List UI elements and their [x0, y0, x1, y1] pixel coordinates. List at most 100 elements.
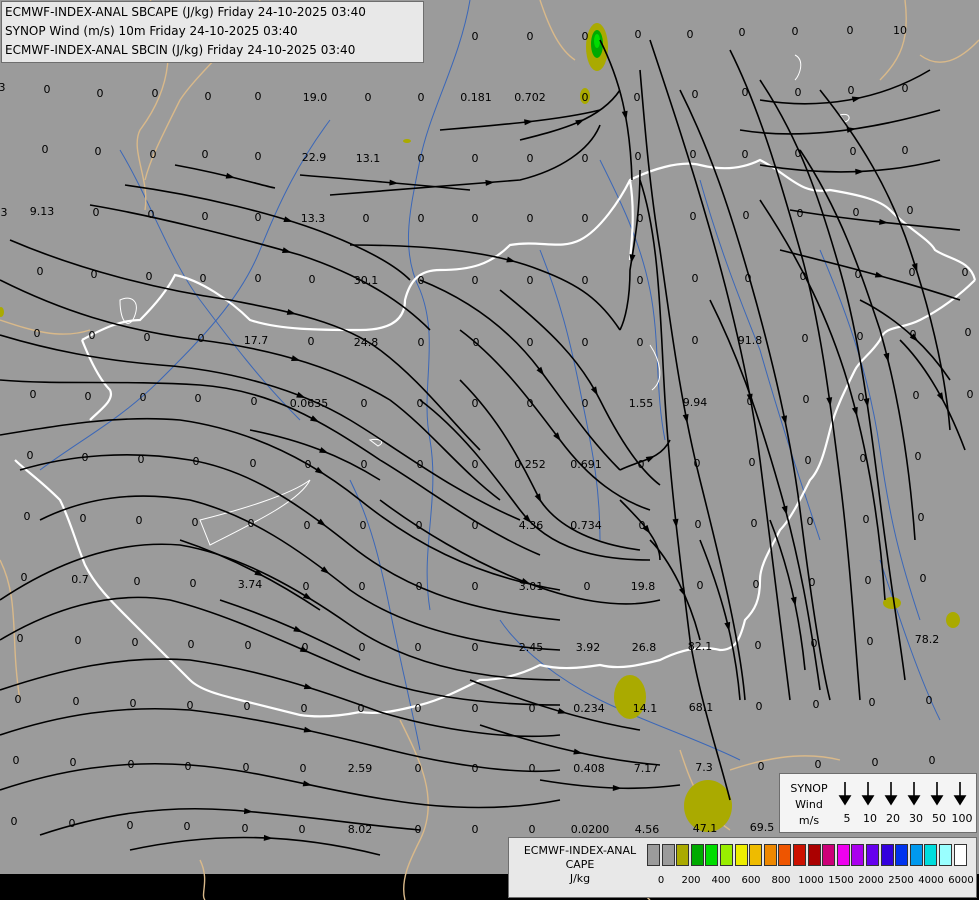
- map-value-label: 0.702: [514, 91, 546, 104]
- map-value-label: 0: [848, 84, 855, 97]
- map-value-label: 0: [202, 210, 209, 223]
- map-value-label: 0: [309, 273, 316, 286]
- cape-legend-title: ECMWF-INDEX-ANAL CAPE J/kg: [511, 844, 649, 886]
- map-value-label: 0: [582, 152, 589, 165]
- map-value-label: 0: [695, 518, 702, 531]
- cape-color-swatch: [924, 844, 938, 866]
- cape-tick-label: 1000: [798, 875, 824, 886]
- map-value-label: 0: [529, 762, 536, 775]
- map-value-label: 0: [415, 702, 422, 715]
- map-value-label: 0: [637, 336, 644, 349]
- map-value-label: 0: [853, 206, 860, 219]
- map-value-label: 30.1: [354, 274, 379, 287]
- map-value-label: 0: [753, 578, 760, 591]
- map-value-label: 0: [529, 702, 536, 715]
- map-value-label: 3.92: [576, 641, 601, 654]
- map-value-label: 0: [193, 455, 200, 468]
- map-value-label: 0: [91, 268, 98, 281]
- map-value-label: 0: [869, 696, 876, 709]
- map-value-label: 3.01: [519, 580, 544, 593]
- map-value-label: 0: [69, 817, 76, 830]
- cape-legend-variable: CAPE: [565, 858, 595, 871]
- map-value-label: 0: [965, 326, 972, 339]
- map-value-label: 0: [305, 458, 312, 471]
- header-line-wind: SYNOP Wind (m/s) 10m Friday 24-10-2025 0…: [5, 24, 298, 38]
- map-value-label: 0: [584, 580, 591, 593]
- map-value-label: 0: [255, 272, 262, 285]
- map-value-label: 0: [303, 580, 310, 593]
- map-value-label: 0: [638, 458, 645, 471]
- map-value-label: 0: [910, 328, 917, 341]
- map-value-label: 0: [751, 517, 758, 530]
- map-value-label: 0: [358, 702, 365, 715]
- map-value-label: 0: [80, 512, 87, 525]
- map-value-label: 0: [89, 329, 96, 342]
- map-value-label: 0: [860, 452, 867, 465]
- map-value-label: 0: [805, 454, 812, 467]
- map-value-label: 0: [527, 30, 534, 43]
- map-value-label: 0: [417, 458, 424, 471]
- map-value-label: 0: [907, 204, 914, 217]
- map-value-label: 0: [42, 143, 49, 156]
- map-value-label: 47.1: [693, 822, 718, 835]
- cape-tick-label: 2000: [858, 875, 884, 886]
- map-value-label: 9.13: [30, 205, 55, 218]
- map-value-label: 0: [418, 212, 425, 225]
- cape-color-swatch: [778, 844, 792, 866]
- map-value-label: 0: [195, 392, 202, 405]
- map-value-label: 0: [418, 91, 425, 104]
- weather-map: 3 0 0 0 0 0 19.0 0 0 0.181 0.702 0 0 0 0 0 0 00 0 0 0 0 22.9 13…: [0, 0, 979, 900]
- map-value-label: 0: [472, 641, 479, 654]
- map-value-label: 0: [745, 272, 752, 285]
- cape-color-swatch: [705, 844, 719, 866]
- map-value-label: 0: [359, 641, 366, 654]
- map-value-label: 78.2: [915, 633, 940, 646]
- cape-color-swatch: [909, 844, 923, 866]
- map-value-label: 0: [872, 756, 879, 769]
- map-value-label: 0: [527, 212, 534, 225]
- cape-tick-label: 6000: [948, 875, 974, 886]
- map-value-label: 0: [138, 453, 145, 466]
- cape-legend-unit: J/kg: [569, 872, 591, 885]
- map-value-label: 0: [472, 152, 479, 165]
- map-value-label: 0: [308, 335, 315, 348]
- cape-color-swatch: [763, 844, 777, 866]
- map-value-label: 0: [300, 762, 307, 775]
- map-value-label: 0: [697, 579, 704, 592]
- map-value-label: 0: [758, 760, 765, 773]
- map-value-label: 0: [811, 637, 818, 650]
- map-value-label: 0: [472, 458, 479, 471]
- map-value-label: 0: [136, 514, 143, 527]
- map-value-label: 0: [415, 762, 422, 775]
- cape-tick-label: 4000: [918, 875, 944, 886]
- cape-color-swatch: [880, 844, 894, 866]
- map-value-label: 0: [146, 270, 153, 283]
- cape-color-swatch: [793, 844, 806, 866]
- cape-color-swatch: [749, 844, 763, 866]
- map-value-label: 0.7: [71, 573, 89, 586]
- map-value-label: 0: [755, 639, 762, 652]
- map-value-label: 0: [529, 823, 536, 836]
- map-value-label: 0: [70, 756, 77, 769]
- map-value-label: 0: [472, 762, 479, 775]
- map-value-label: 3.74: [238, 578, 263, 591]
- map-value-label: 0: [637, 212, 644, 225]
- map-value-label: 0: [582, 212, 589, 225]
- map-value-label: 0: [361, 458, 368, 471]
- map-value-label: 13.1: [356, 152, 381, 165]
- map-value-label: 0: [140, 391, 147, 404]
- cape-tick-label: 800: [771, 875, 791, 886]
- map-value-label: 0: [926, 694, 933, 707]
- map-value-label: 0: [690, 210, 697, 223]
- map-value-label: 0: [416, 519, 423, 532]
- cape-color-swatch: [647, 844, 660, 866]
- map-value-label: 14.1: [633, 702, 658, 715]
- map-value-label: 69.5: [750, 821, 775, 834]
- map-value-label: 0: [813, 698, 820, 711]
- map-value-label: 0: [694, 457, 701, 470]
- map-value-label: 0: [301, 702, 308, 715]
- map-value-label: 0: [24, 510, 31, 523]
- map-value-label: 0: [184, 820, 191, 833]
- cape-color-swatch: [866, 844, 879, 866]
- map-value-label: 10: [893, 24, 907, 37]
